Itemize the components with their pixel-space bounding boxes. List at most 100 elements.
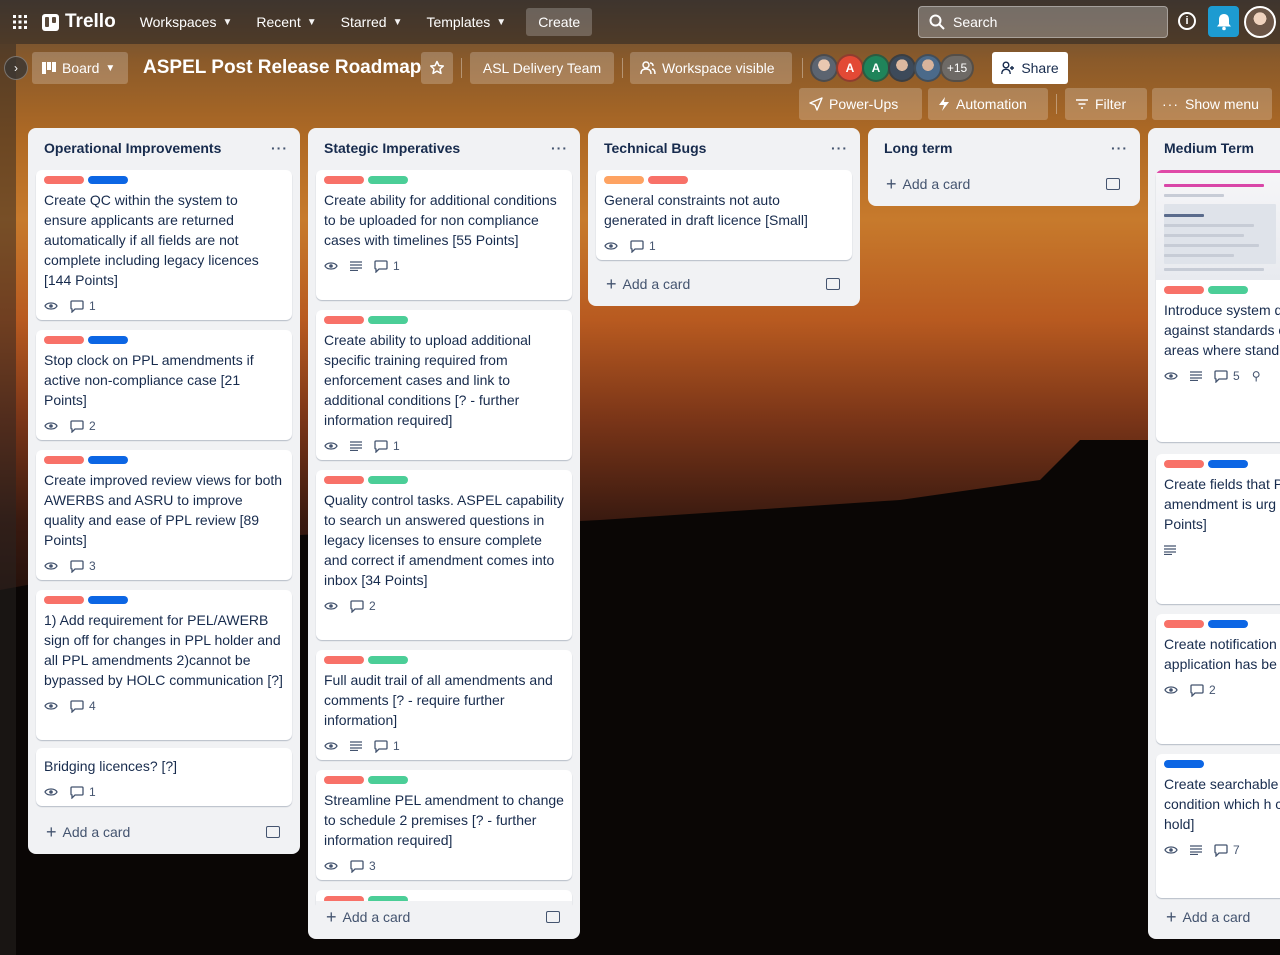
visibility-button[interactable]: Workspace visible [630, 52, 792, 84]
filter-button[interactable]: Filter [1065, 88, 1147, 120]
card[interactable]: Full audit trail of all amendments and c… [316, 650, 572, 760]
card[interactable]: Introduce system questions for PPL again… [1156, 170, 1280, 442]
card[interactable]: General constraints not auto generated i… [596, 170, 852, 260]
card[interactable]: Stop clock on PPL amendments if active n… [36, 330, 292, 440]
label-blue[interactable] [88, 456, 128, 464]
card[interactable]: Create searchable and standard for a con… [1156, 754, 1280, 898]
list-title[interactable]: Medium Term [1164, 140, 1254, 156]
notifications-button[interactable] [1208, 6, 1239, 37]
more-members-button[interactable]: +15 [940, 54, 974, 82]
add-card-button[interactable]: + Add a card [876, 168, 1132, 200]
label-red[interactable] [1164, 460, 1204, 468]
label-blue[interactable] [88, 336, 128, 344]
card[interactable]: Create improved review views for both AW… [36, 450, 292, 580]
workspace-team-button[interactable]: ASL Delivery Team [470, 52, 614, 84]
account-avatar[interactable] [1244, 6, 1276, 38]
label-red[interactable] [324, 316, 364, 324]
card[interactable]: Quality control tasks. ASPEL capability … [316, 470, 572, 640]
card-template-icon[interactable] [1106, 178, 1120, 190]
label-green[interactable] [368, 656, 408, 664]
label-red[interactable] [44, 456, 84, 464]
add-card-button[interactable]: + Add a card [596, 268, 852, 300]
card-labels[interactable] [324, 316, 564, 324]
list-title[interactable]: Technical Bugs [604, 140, 706, 156]
card-labels[interactable] [1164, 286, 1280, 294]
card[interactable]: Create notification applicant/establis a… [1156, 614, 1280, 744]
trello-logo[interactable]: Trello [42, 11, 116, 33]
list-menu-icon[interactable]: ··· [551, 140, 568, 156]
add-card-button[interactable]: + Add a card [316, 901, 572, 933]
card-labels[interactable] [324, 776, 564, 784]
list-header[interactable]: Long term ··· [868, 128, 1140, 168]
card[interactable]: Create QC within the system to ensure ap… [36, 170, 292, 320]
workspaces-menu[interactable]: Workspaces ▼ [130, 8, 243, 36]
label-red[interactable] [324, 176, 364, 184]
list-title[interactable]: Long term [884, 140, 952, 156]
card-labels[interactable] [604, 176, 844, 184]
card[interactable]: 1) Add requirement for PEL/AWERB sign of… [36, 590, 292, 740]
board-title[interactable]: ASPEL Post Release Roadmap [143, 57, 421, 79]
label-blue[interactable] [88, 596, 128, 604]
card[interactable]: Streamline PEL amendment to change to sc… [316, 770, 572, 880]
label-red[interactable] [44, 336, 84, 344]
label-red[interactable] [324, 476, 364, 484]
member-avatar[interactable] [914, 54, 942, 82]
card-labels[interactable] [44, 336, 284, 344]
recent-menu[interactable]: Recent ▼ [246, 8, 326, 36]
label-red[interactable] [648, 176, 688, 184]
info-icon[interactable]: i [1178, 12, 1196, 30]
automation-button[interactable]: Automation [928, 88, 1048, 120]
search-input[interactable]: Search [918, 6, 1168, 38]
label-red[interactable] [44, 176, 84, 184]
member-avatar[interactable] [810, 54, 838, 82]
card-cover-image[interactable] [1156, 170, 1280, 280]
card-labels[interactable] [1164, 760, 1280, 768]
list-header[interactable]: Technical Bugs ··· [588, 128, 860, 168]
card-labels[interactable] [324, 176, 564, 184]
list-title[interactable]: Operational Improvements [44, 140, 221, 156]
starred-menu[interactable]: Starred ▼ [331, 8, 413, 36]
card-labels[interactable] [324, 656, 564, 664]
card-labels[interactable] [44, 456, 284, 464]
star-board-button[interactable] [421, 52, 453, 84]
share-button[interactable]: Share [992, 52, 1068, 84]
label-red[interactable] [1164, 620, 1204, 628]
label-orange[interactable] [604, 176, 644, 184]
card[interactable]: Create fields that PPL amendment c amend… [1156, 454, 1280, 604]
create-button[interactable]: Create [526, 8, 593, 36]
member-avatar[interactable]: A [836, 54, 864, 82]
label-green[interactable] [368, 776, 408, 784]
label-red[interactable] [1164, 286, 1204, 294]
list-menu-icon[interactable]: ··· [271, 140, 288, 156]
label-green[interactable] [1208, 286, 1248, 294]
power-ups-button[interactable]: Power-Ups [799, 88, 922, 120]
card[interactable]: Bridging licences? [?] 1 [36, 748, 292, 806]
list-menu-icon[interactable]: ··· [831, 140, 848, 156]
label-blue[interactable] [1208, 620, 1248, 628]
add-card-button[interactable]: + Add a card [36, 816, 292, 848]
board-view-switcher[interactable]: Board ▼ [32, 52, 128, 84]
card-template-icon[interactable] [826, 278, 840, 290]
card-labels[interactable] [1164, 620, 1280, 628]
label-red[interactable] [44, 596, 84, 604]
card-labels[interactable] [44, 596, 284, 604]
label-blue[interactable] [88, 176, 128, 184]
add-card-button[interactable]: + Add a card [1156, 901, 1280, 933]
list-header[interactable]: Stategic Imperatives ··· [308, 128, 580, 168]
templates-menu[interactable]: Templates ▼ [416, 8, 516, 36]
show-menu-button[interactable]: ··· Show menu [1152, 88, 1272, 120]
list-header[interactable]: Medium Term ··· [1148, 128, 1280, 168]
card-template-icon[interactable] [546, 911, 560, 923]
member-avatar[interactable]: A [862, 54, 890, 82]
member-avatar[interactable] [888, 54, 916, 82]
list-title[interactable]: Stategic Imperatives [324, 140, 460, 156]
label-green[interactable] [368, 476, 408, 484]
label-green[interactable] [368, 316, 408, 324]
card[interactable]: Create ability to upload additional spec… [316, 310, 572, 460]
app-switcher-icon[interactable] [8, 10, 32, 34]
card-labels[interactable] [44, 176, 284, 184]
card-labels[interactable] [324, 476, 564, 484]
label-red[interactable] [324, 776, 364, 784]
card-template-icon[interactable] [266, 826, 280, 838]
list-header[interactable]: Operational Improvements ··· [28, 128, 300, 168]
